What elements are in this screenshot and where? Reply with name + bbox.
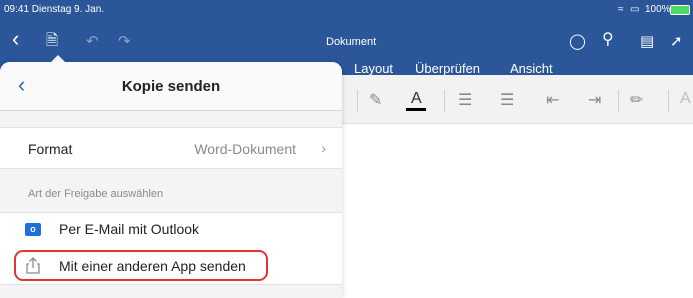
tab-ansicht[interactable]: Ansicht (510, 61, 553, 76)
share-option-outlook-label: Per E-Mail mit Outlook (59, 221, 200, 237)
ribbon-divider (357, 90, 358, 112)
search-icon[interactable]: ⚲ (602, 31, 614, 49)
outlook-icon: o (25, 223, 41, 236)
ribbon-divider (444, 90, 445, 112)
tab-layout[interactable]: Layout (354, 61, 393, 76)
format-row[interactable]: Format Word-Dokument › (0, 127, 342, 169)
numbered-list-icon[interactable]: ☰ (500, 90, 514, 110)
share-icon[interactable]: ➚ (670, 33, 683, 51)
bulleted-list-icon[interactable]: ☰ (458, 90, 472, 110)
increase-indent-icon[interactable]: ⇥ (588, 90, 601, 110)
section-header: Art der Freigabe auswählen (28, 188, 164, 200)
battery-percent: 100% (645, 4, 671, 15)
decrease-indent-icon[interactable]: ⇤ (546, 90, 559, 110)
text-styles-icon[interactable]: A (680, 90, 691, 108)
document-title: Dokument (326, 36, 377, 48)
back-chevron-icon[interactable]: ‹ (12, 28, 19, 50)
screen-mirror-icon: ▭ (630, 4, 640, 15)
highlight-annotation (14, 250, 268, 281)
font-color-icon[interactable]: A (406, 90, 426, 111)
lightbulb-icon[interactable]: ◯ (569, 33, 586, 51)
ribbon-divider (668, 90, 669, 112)
format-value: Word-Dokument (194, 141, 296, 157)
document-view-icon[interactable]: ▤ (640, 33, 654, 51)
format-label: Format (28, 141, 73, 157)
ribbon-divider (618, 90, 619, 112)
file-icon[interactable]: 🗎 (46, 32, 58, 50)
undo-icon[interactable]: ↶ (86, 33, 99, 51)
chevron-right-icon: › (321, 140, 326, 156)
redo-icon[interactable]: ↷ (118, 33, 131, 51)
status-time-date: 09:41 Dienstag 9. Jan. (4, 4, 105, 15)
battery-icon (670, 5, 690, 15)
popover-title: Kopie senden (121, 78, 221, 95)
styles-icon[interactable]: ✏ (630, 90, 643, 110)
tab-ueberpruefen[interactable]: Überprüfen (415, 61, 480, 76)
wifi-icon: ≈ (618, 4, 624, 15)
eraser-icon[interactable]: ✎ (369, 90, 382, 110)
